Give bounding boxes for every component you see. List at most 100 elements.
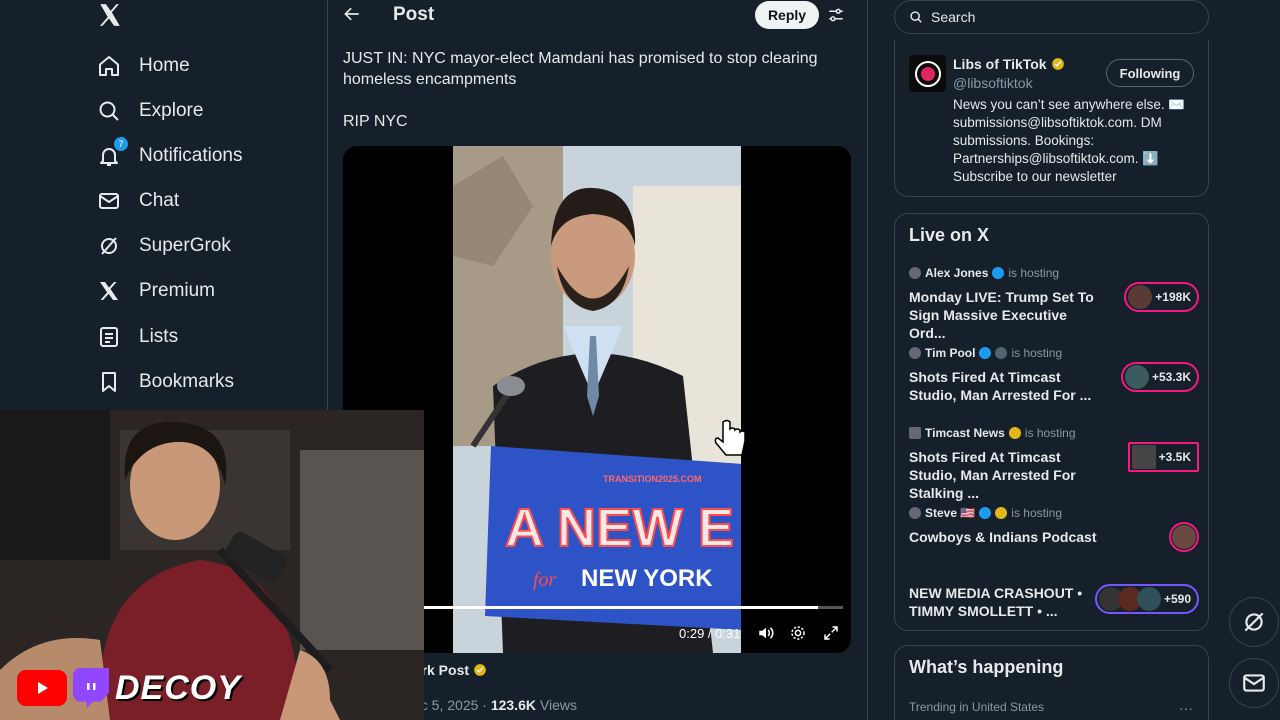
host-avatar bbox=[909, 267, 921, 279]
post-date: ec 5, 2025 · bbox=[413, 697, 491, 713]
list-icon bbox=[96, 324, 122, 350]
bookmark-icon bbox=[96, 369, 122, 395]
x-premium-icon bbox=[96, 278, 122, 304]
host-avatar bbox=[909, 507, 921, 519]
search-icon bbox=[910, 11, 922, 23]
video-progress-bar[interactable] bbox=[423, 606, 843, 609]
post-author[interactable]: ork Post bbox=[413, 662, 487, 678]
listener-count-text: +3.5K bbox=[1158, 450, 1191, 464]
search-input[interactable]: Search bbox=[894, 0, 1209, 34]
sign-main-text: A NEW E bbox=[505, 498, 734, 558]
host-name: Alex Jones bbox=[925, 266, 989, 280]
youtube-logo-icon bbox=[17, 670, 67, 706]
following-button[interactable]: Following bbox=[1106, 59, 1194, 87]
listener-avatar bbox=[1124, 365, 1149, 389]
host-line: Alex Jones is hosting bbox=[909, 266, 1059, 280]
verified-gold-icon bbox=[1008, 427, 1021, 439]
sidebar-item-label: Explore bbox=[139, 100, 204, 121]
live-topic: Monday LIVE: Trump Set To Sign Massive E… bbox=[909, 289, 1094, 341]
listener-avatar bbox=[1136, 587, 1161, 611]
streamer-brand-name: DECOY bbox=[115, 668, 241, 707]
listener-avatar bbox=[1131, 445, 1156, 469]
listener-avatar bbox=[1128, 285, 1153, 309]
sidebar-item-notifications[interactable]: 7 Notifications bbox=[96, 136, 243, 176]
search-icon bbox=[96, 98, 122, 124]
hand-cursor-icon bbox=[714, 419, 746, 456]
video-frame: TRANSITION2025.COM A NEW E for NEW YORK bbox=[453, 146, 741, 653]
messages-fab-button[interactable] bbox=[1229, 658, 1279, 708]
verified-blue-icon bbox=[979, 507, 992, 519]
grok-fab-button[interactable] bbox=[1229, 597, 1279, 647]
live-item[interactable]: NEW MEDIA CRASHOUT • TIMMY SMOLLETT • ..… bbox=[909, 566, 1199, 636]
live-topic: Cowboys & Indians Podcast bbox=[909, 529, 1097, 545]
video-progress-fill bbox=[423, 606, 818, 609]
sidebar-item-label: Chat bbox=[139, 190, 180, 211]
sign-city-text: NEW YORK bbox=[581, 565, 713, 592]
sidebar-item-label: Lists bbox=[139, 326, 179, 347]
post-header: Post Reply bbox=[328, 0, 867, 32]
live-item[interactable]: Timcast News is hosting Shots Fired At T… bbox=[909, 426, 1199, 501]
right-sidebar: Search Libs of TikTok @libsoftiktok Foll… bbox=[868, 0, 1280, 720]
host-name: Steve 🇺🇸 bbox=[925, 506, 976, 520]
live-topic: NEW MEDIA CRASHOUT • TIMMY SMOLLETT • ..… bbox=[909, 585, 1083, 619]
listener-count-text: +53.3K bbox=[1151, 370, 1191, 384]
envelope-icon bbox=[96, 188, 122, 214]
hosting-label: is hosting bbox=[1011, 506, 1062, 520]
sidebar-item-chat[interactable]: Chat bbox=[96, 181, 179, 221]
host-avatar bbox=[909, 427, 921, 439]
profile-card: Libs of TikTok @libsoftiktok Following N… bbox=[894, 40, 1209, 197]
views-count: 123.6K bbox=[490, 697, 536, 713]
trend-label: Trending in United States bbox=[909, 700, 1044, 714]
sidebar-item-lists[interactable]: Lists bbox=[96, 317, 178, 357]
live-item[interactable]: Tim Pool is hosting Shots Fired At Timca… bbox=[909, 346, 1199, 416]
envelope-icon bbox=[1243, 674, 1265, 692]
back-arrow-icon[interactable] bbox=[342, 4, 362, 24]
verified-gold-icon bbox=[1051, 58, 1064, 70]
listener-count: +53.3K bbox=[1120, 362, 1199, 392]
host-line: Steve 🇺🇸 is hosting bbox=[909, 506, 1062, 520]
verified-blue-icon bbox=[992, 267, 1005, 279]
post-meta: ec 5, 2025 · 123.6K Views bbox=[413, 697, 577, 713]
views-label: Views bbox=[535, 697, 577, 713]
sign-url-text: TRANSITION2025.COM bbox=[603, 474, 702, 484]
whats-happening-card: What’s happening Trending in United Stat… bbox=[894, 645, 1209, 720]
sidebar-item-premium[interactable]: Premium bbox=[96, 271, 215, 311]
page-title: Post bbox=[393, 4, 435, 25]
host-name: Timcast News bbox=[925, 426, 1005, 440]
hosting-label: is hosting bbox=[1008, 266, 1060, 280]
listener-count: +3.5K bbox=[1127, 442, 1199, 472]
sign-for-text: for bbox=[533, 569, 557, 591]
more-icon[interactable]: ··· bbox=[1179, 700, 1193, 716]
live-topic: Shots Fired At Timcast Studio, Man Arres… bbox=[909, 449, 1076, 501]
fullscreen-icon[interactable] bbox=[822, 624, 840, 642]
profile-avatar[interactable] bbox=[909, 55, 946, 92]
live-topic: Shots Fired At Timcast Studio, Man Arres… bbox=[909, 369, 1092, 403]
sidebar-item-home[interactable]: Home bbox=[96, 46, 190, 86]
sidebar-item-explore[interactable]: Explore bbox=[96, 91, 203, 131]
profile-handle[interactable]: @libsoftiktok bbox=[953, 75, 1033, 91]
live-on-x-card: Live on X Alex Jones is hosting Monday L… bbox=[894, 213, 1209, 631]
post-text-secondary: RIP NYC bbox=[343, 113, 408, 130]
sidebar-item-bookmarks[interactable]: Bookmarks bbox=[96, 362, 234, 402]
emoji-badge-icon bbox=[995, 507, 1008, 519]
post-text: JUST IN: NYC mayor-elect Mamdani has pro… bbox=[343, 50, 818, 88]
host-line: Timcast News is hosting bbox=[909, 426, 1076, 440]
profile-name-text: Libs of TikTok bbox=[953, 56, 1047, 72]
settings-gear-icon[interactable] bbox=[789, 624, 807, 642]
verified-blue-icon bbox=[979, 347, 992, 359]
sidebar-item-label: Bookmarks bbox=[139, 371, 235, 392]
host-avatar bbox=[909, 347, 921, 359]
reply-button[interactable]: Reply bbox=[755, 1, 819, 29]
grok-icon bbox=[1244, 612, 1264, 632]
sliders-icon[interactable] bbox=[827, 6, 845, 24]
volume-icon[interactable] bbox=[757, 624, 775, 642]
sidebar-item-label: Premium bbox=[139, 280, 216, 301]
x-logo-icon[interactable] bbox=[97, 2, 125, 30]
hosting-label: is hosting bbox=[1024, 426, 1076, 440]
live-item[interactable]: Alex Jones is hosting Monday LIVE: Trump… bbox=[909, 266, 1199, 341]
host-line: Tim Pool is hosting bbox=[909, 346, 1062, 360]
sidebar-item-supergrok[interactable]: SuperGrok bbox=[96, 226, 231, 266]
profile-name[interactable]: Libs of TikTok bbox=[953, 56, 1065, 72]
affiliate-badge-icon bbox=[995, 347, 1008, 359]
listener-count: +198K bbox=[1124, 282, 1199, 312]
